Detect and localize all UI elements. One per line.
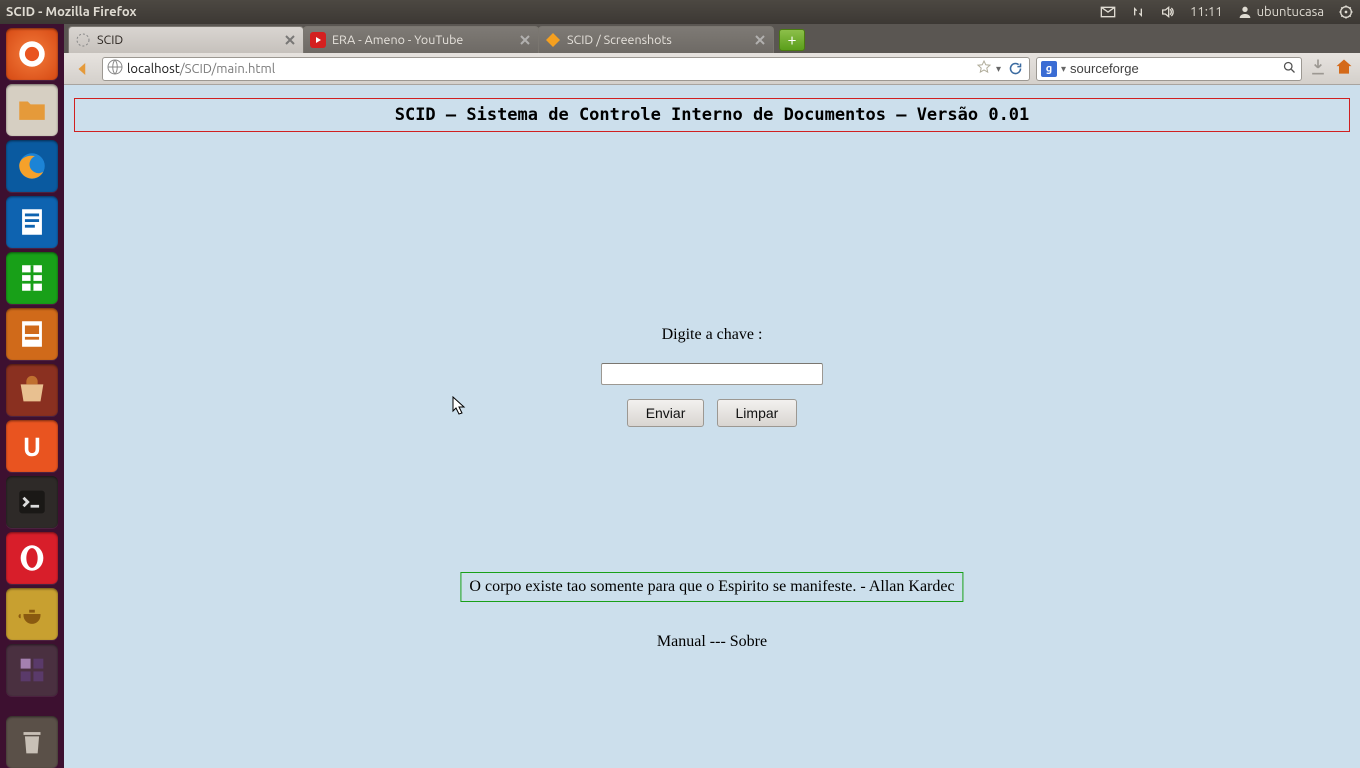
reset-button[interactable]: Limpar <box>717 399 798 427</box>
system-menubar: SCID - Mozilla Firefox 11:11 ubuntucasa <box>0 0 1360 24</box>
form-buttons: Enviar Limpar <box>64 399 1360 427</box>
mail-icon[interactable] <box>1100 4 1116 20</box>
site-identity-icon[interactable] <box>107 59 123 78</box>
firefox-window: SCID ERA - Ameno - YouTube SCID / Screen… <box>64 24 1360 768</box>
search-dropdown-icon[interactable]: ▾ <box>1061 63 1066 75</box>
launcher-terminal[interactable] <box>6 476 58 528</box>
launcher-software[interactable] <box>6 364 58 416</box>
search-go-icon[interactable] <box>1282 60 1297 78</box>
launcher-workspace[interactable] <box>6 644 58 696</box>
launcher-ubuntu-one[interactable]: U <box>6 420 58 472</box>
tab-scid[interactable]: SCID <box>68 26 304 53</box>
key-prompt-label: Digite a chave : <box>64 326 1360 344</box>
tab-label: SCID <box>97 33 283 47</box>
close-icon[interactable] <box>518 33 532 47</box>
footer-links: Manual --- Sobre <box>64 633 1360 651</box>
launcher-teapot[interactable] <box>6 588 58 640</box>
page-banner: SCID — Sistema de Controle Interno de Do… <box>74 98 1350 132</box>
favicon-generic-icon <box>75 32 91 48</box>
tab-youtube[interactable]: ERA - Ameno - YouTube <box>303 26 539 53</box>
launcher-calc[interactable] <box>6 252 58 304</box>
window-title: SCID - Mozilla Firefox <box>6 5 137 19</box>
tab-sourceforge[interactable]: SCID / Screenshots <box>538 26 774 53</box>
downloads-button[interactable] <box>1308 57 1328 80</box>
reload-button[interactable] <box>1005 59 1025 79</box>
url-dropdown-icon[interactable]: ▾ <box>996 63 1001 75</box>
url-path: /SCID/main.html <box>180 62 275 76</box>
manual-link[interactable]: Manual <box>657 633 706 650</box>
quote-box: O corpo existe tao somente para que o Es… <box>460 572 963 602</box>
launcher-trash[interactable] <box>6 716 58 768</box>
home-button[interactable] <box>1334 57 1354 80</box>
favicon-sourceforge-icon <box>545 32 561 48</box>
launcher-dash[interactable] <box>6 28 58 80</box>
user-name: ubuntucasa <box>1257 5 1324 19</box>
tab-bar: SCID ERA - Ameno - YouTube SCID / Screen… <box>64 24 1360 53</box>
unity-launcher: U <box>0 24 64 768</box>
submit-button[interactable]: Enviar <box>627 399 705 427</box>
navigation-toolbar: localhost/SCID/main.html ▾ g ▾ <box>64 53 1360 85</box>
about-link[interactable]: Sobre <box>730 633 767 650</box>
close-icon[interactable] <box>753 33 767 47</box>
search-engine-icon[interactable]: g <box>1041 61 1057 77</box>
close-icon[interactable] <box>283 33 297 47</box>
network-icon[interactable] <box>1130 4 1146 20</box>
favicon-youtube-icon <box>310 32 326 48</box>
search-input[interactable] <box>1070 61 1278 76</box>
launcher-firefox[interactable] <box>6 140 58 192</box>
launcher-impress[interactable] <box>6 308 58 360</box>
page-content: SCID — Sistema de Controle Interno de Do… <box>64 85 1360 768</box>
back-button[interactable] <box>70 56 96 82</box>
new-tab-button[interactable]: + <box>779 29 805 51</box>
launcher-files[interactable] <box>6 84 58 136</box>
key-input[interactable] <box>601 363 823 385</box>
sound-icon[interactable] <box>1160 4 1176 20</box>
url-host: localhost <box>127 62 180 76</box>
launcher-opera[interactable] <box>6 532 58 584</box>
session-icon[interactable] <box>1338 4 1354 20</box>
tab-label: SCID / Screenshots <box>567 33 753 47</box>
user-menu[interactable]: ubuntucasa <box>1237 4 1324 20</box>
search-bar[interactable]: g ▾ <box>1036 57 1302 81</box>
launcher-writer[interactable] <box>6 196 58 248</box>
url-bar[interactable]: localhost/SCID/main.html ▾ <box>102 57 1030 81</box>
clock[interactable]: 11:11 <box>1190 5 1223 19</box>
bookmark-star-icon[interactable] <box>976 59 992 78</box>
tab-label: ERA - Ameno - YouTube <box>332 33 518 47</box>
